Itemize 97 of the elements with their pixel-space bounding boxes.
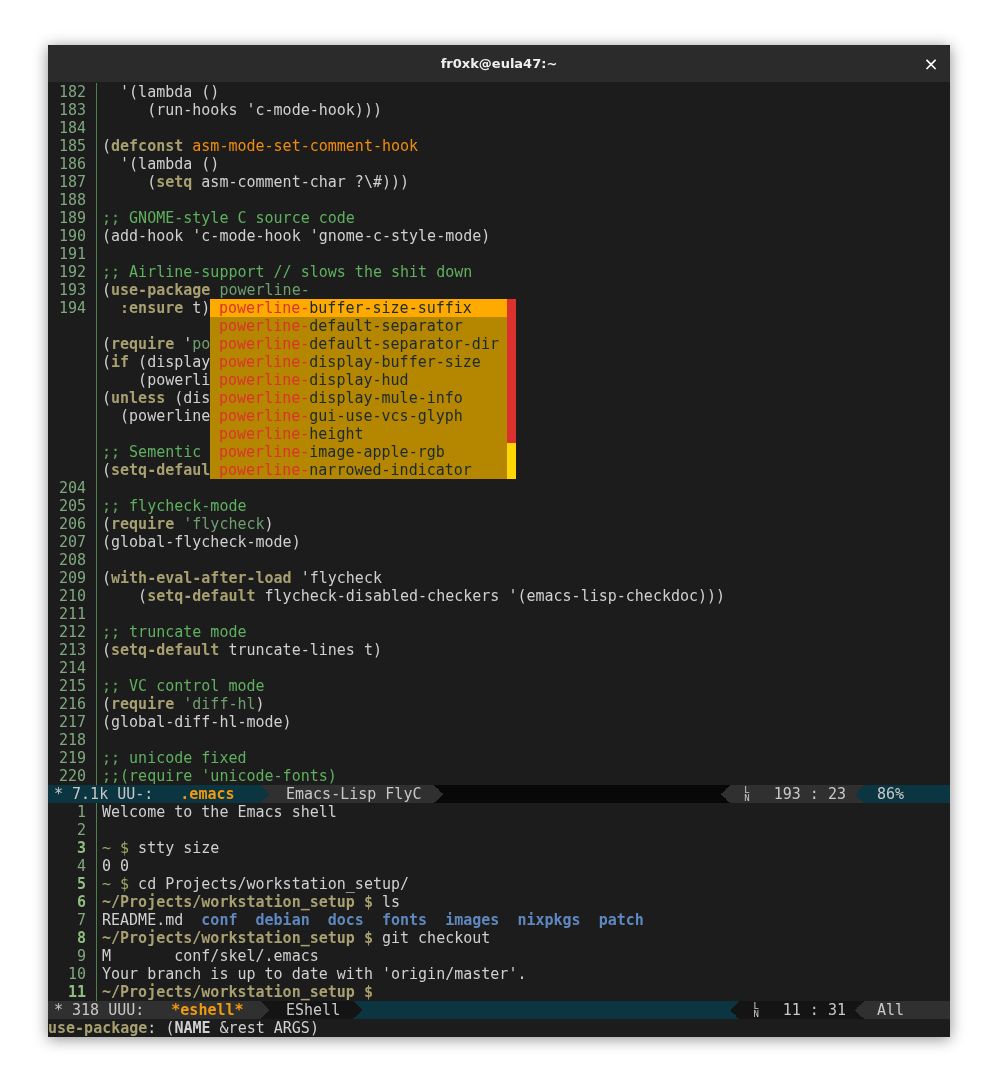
line-number: 206 [57,515,86,533]
line-number: 193 [57,281,86,299]
line-glyph: LN [752,1002,759,1018]
buffer-status: * 318 UUU: [54,1001,145,1019]
close-button[interactable]: × [920,53,942,75]
buffer-name: *eshell* [171,1001,244,1019]
code-line: ;; Airline-support // slows the shit down [102,263,473,281]
line-number: 4 [75,857,86,875]
line-number: 3 [75,839,86,857]
line-number: 216 [57,695,86,713]
buffer-name: .emacs [180,785,235,803]
shell-line: ~/Projects/workstation_setup $ [102,983,373,1001]
code-line: (require 'diff-hl) [102,695,265,713]
shell-line: ~ $ stty size [102,839,220,857]
code-line: (powerli [137,371,211,389]
shell-line: ~/Projects/workstation_setup $ git checkout [102,929,491,947]
line-number: 183 [57,101,86,119]
scroll-position: All [855,1001,950,1019]
line-number: 185 [57,137,86,155]
code-line: (with-eval-after-load 'flycheck [102,569,382,587]
shell-line: ~ $ cd Projects/workstation_setup/ [102,875,410,893]
code-line: (defconst asm-mode-set-comment-hook [102,137,419,155]
code-line: ;; Sementic [102,443,202,461]
code-line: (require 'flycheck) [102,515,274,533]
code-line: :ensure t) [119,299,211,317]
line-number: 214 [57,659,86,677]
line-number: 215 [57,677,86,695]
line-number: 220 [57,767,86,785]
code-line: '(lambda () [119,83,220,101]
window-title: fr0xk@eula47:~ [440,56,558,71]
code-line: ;; VC control mode [102,677,265,695]
code-line: (setq-default truncate-lines t) [102,641,382,659]
cursor-position: 193 : 23 [773,785,846,803]
shell-line: M conf/skel/.emacs [102,947,319,965]
code-line: ;; GNOME-style C source code [102,209,355,227]
line-number: 190 [57,227,86,245]
line-number: 188 [57,191,86,209]
code-line: (setq-default flycheck-disabled-checkers '(emacs-lisp-checkdoc))) [137,587,726,605]
line-number: 217 [57,713,86,731]
line-number: 186 [57,155,86,173]
code-line: ;; truncate mode [102,623,247,641]
code-line: (powerline [119,407,211,425]
line-number: 184 [57,119,86,137]
major-mode: Emacs-Lisp FlyC [269,785,444,803]
code-line: (if (display [102,353,211,371]
line-number: 192 [57,263,86,281]
line-number: 2 [75,821,86,839]
code-line: (run-hooks 'c-mode-hook))) [146,101,382,119]
line-number: 219 [57,749,86,767]
line-number: 194 [57,299,86,317]
line-number: 209 [57,569,86,587]
cursor-position: 11 : 31 [782,1001,846,1019]
line-number: 204 [57,479,86,497]
line-number: 218 [57,731,86,749]
line-number: 182 [57,83,86,101]
code-line: ;;(require 'unicode-fonts) [102,767,337,785]
line-number: 205 [57,497,86,515]
shell-line: Welcome to the Emacs shell [102,803,337,821]
code-line: (add-hook 'c-mode-hook 'gnome-c-style-mode) [102,227,491,245]
code-line: (use-package powerline- [102,281,310,299]
echo-area-text: use-package: (NAME &rest ARGS) [48,1019,319,1037]
shell-line: Your branch is up to date with 'origin/master'. [102,965,527,983]
line-number: 210 [57,587,86,605]
line-number: 187 [57,173,86,191]
line-glyph: LN [743,786,750,802]
completion-item[interactable]: powerline-buffer-size-suffix [210,299,507,317]
code-line: (global-flycheck-mode) [102,533,301,551]
code-line: '(lambda () [119,155,220,173]
line-number: 9 [75,947,86,965]
line-number: 10 [66,965,86,983]
line-number: 8 [75,929,86,947]
line-number: 7 [75,911,86,929]
code-line: (global-diff-hl-mode) [102,713,292,731]
code-line: (unless (dis [102,389,211,407]
line-number: 191 [57,245,86,263]
code-line: ;; unicode fixed [102,749,247,767]
line-number: 6 [75,893,86,911]
line-number: 11 [66,983,86,1001]
line-number: 213 [57,641,86,659]
code-line: (setq-defaul [102,461,211,479]
scroll-position: 86% [855,785,950,803]
shell-line: 0 0 [102,857,130,875]
line-number: 5 [75,875,86,893]
code-line: ;; flycheck-mode [102,497,247,515]
major-mode: EShell [269,1001,363,1019]
line-number: 207 [57,533,86,551]
line-number: 212 [57,623,86,641]
line-number: 1 [75,803,86,821]
shell-line: ~/Projects/workstation_setup $ ls [102,893,401,911]
scrollbar[interactable] [507,299,516,479]
buffer-status: * 7.1k UU-: [54,785,154,803]
line-number: 189 [57,209,86,227]
line-number: 211 [57,605,86,623]
line-number: 208 [57,551,86,569]
code-line: (setq asm-comment-char ?\#))) [146,173,410,191]
code-line: (require 'po [102,335,211,353]
shell-line: README.md conf debian docs fonts images nixpkgs patch [102,911,644,929]
